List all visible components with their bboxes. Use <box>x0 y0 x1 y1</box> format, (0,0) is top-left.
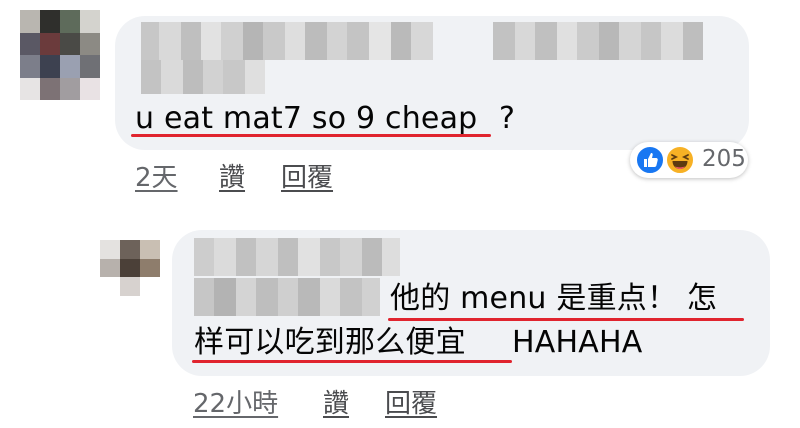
comment-timestamp[interactable]: 2天 <box>135 157 178 194</box>
like-button[interactable]: 讚 <box>323 383 349 420</box>
reply-button[interactable]: 回覆 <box>281 157 333 194</box>
reply-text-line2-underlined: 样可以吃到那么便宜 <box>194 325 466 360</box>
commenter-avatar[interactable] <box>20 10 100 100</box>
haha-icon <box>665 145 695 175</box>
blurred-username[interactable] <box>141 22 703 60</box>
question-mark: ? <box>499 101 516 136</box>
commenter-avatar[interactable] <box>100 240 160 296</box>
reactions-summary[interactable]: 205 <box>630 142 748 178</box>
like-button[interactable]: 讚 <box>219 157 245 194</box>
comment-bubble: u eat mat7 so 9 cheap ? <box>115 16 749 150</box>
reply-bubble: 他的 menu 是重点！ 怎 样可以吃到那么便宜 HAHAHA <box>172 230 770 376</box>
reply-text-line2-rest: HAHAHA <box>512 325 643 360</box>
reply-button[interactable]: 回覆 <box>385 383 437 420</box>
blurred-username[interactable] <box>194 238 400 276</box>
red-underline-mark <box>131 134 491 137</box>
blurred-username-line2 <box>141 60 265 94</box>
comment-text: u eat mat7 so 9 cheap <box>135 101 478 136</box>
like-icon <box>635 145 665 175</box>
blurred-text <box>194 278 380 316</box>
red-underline-mark <box>388 318 744 321</box>
reply-timestamp[interactable]: 22小時 <box>193 383 278 420</box>
red-underline-mark <box>192 360 512 363</box>
reply-text-line1: 他的 menu 是重点！ 怎 <box>390 281 718 316</box>
reaction-count: 205 <box>702 146 746 172</box>
